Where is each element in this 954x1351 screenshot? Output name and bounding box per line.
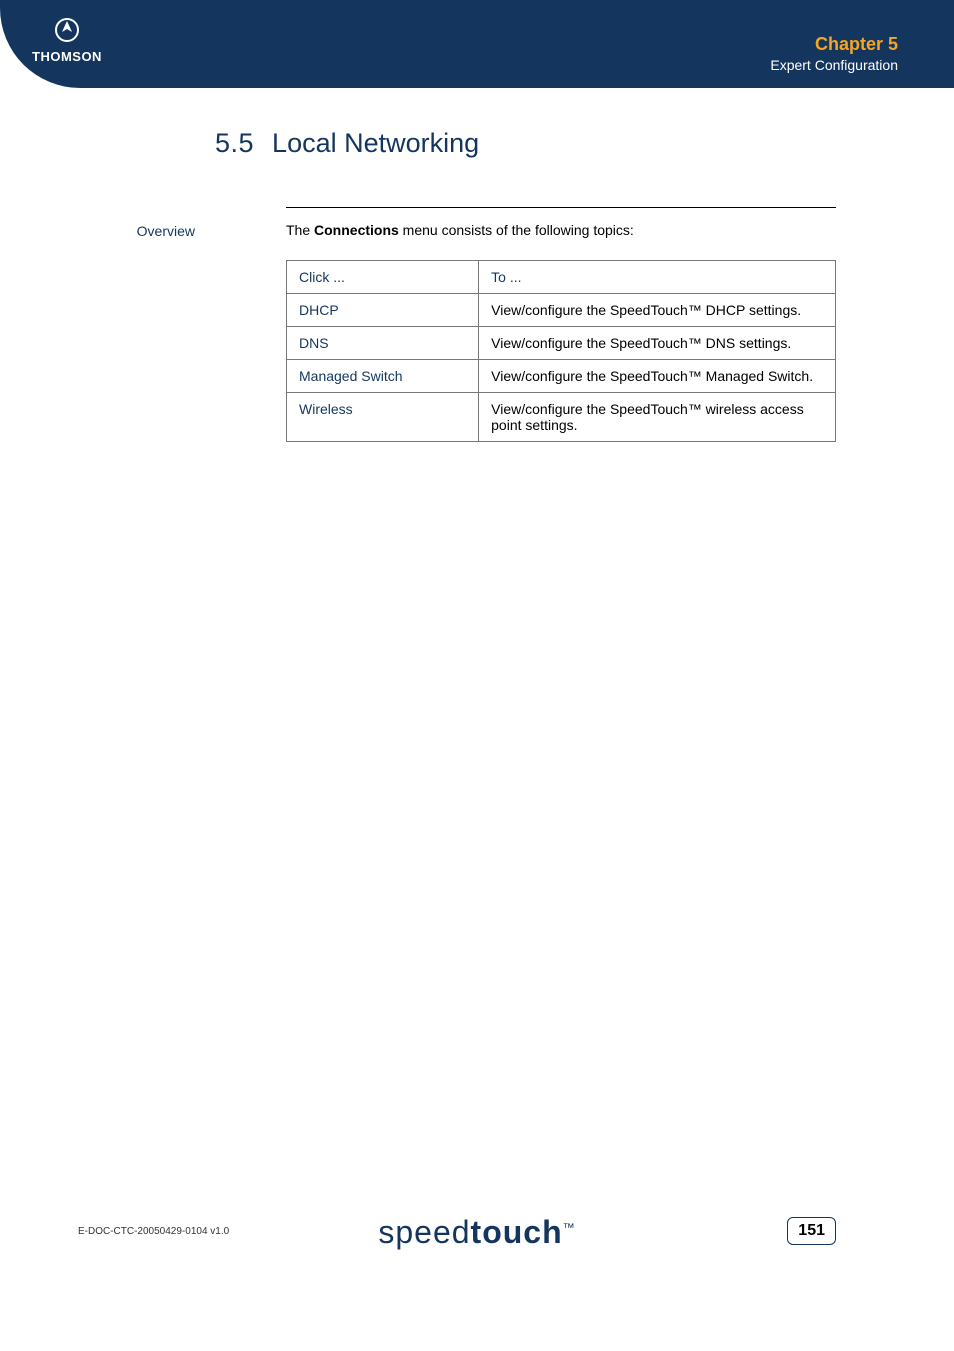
page-content: 5.5Local Networking Overview The Connect… <box>215 128 836 442</box>
topics-table: Click ... To ... DHCP View/configure the… <box>286 260 836 442</box>
brand-light: speed <box>378 1214 470 1250</box>
intro-bold: Connections <box>314 222 399 238</box>
section-heading: 5.5 Local Networking <box>215 128 836 159</box>
intro-suffix: menu consists of the following topics: <box>399 222 634 238</box>
thomson-logo-text: THOMSON <box>32 49 102 64</box>
page-footer: E-DOC-CTC-20050429-0104 v1.0 speedtouch™… <box>0 1193 954 1253</box>
desc-managed-switch: View/configure the SpeedTouch™ Managed S… <box>479 360 836 393</box>
chapter-subtitle: Expert Configuration <box>770 57 898 73</box>
desc-dhcp: View/configure the SpeedTouch™ DHCP sett… <box>479 294 836 327</box>
th-to: To ... <box>479 261 836 294</box>
desc-wireless: View/configure the SpeedTouch™ wireless … <box>479 393 836 442</box>
thomson-logo-icon <box>55 18 79 42</box>
footer-docid: E-DOC-CTC-20050429-0104 v1.0 <box>78 1226 229 1237</box>
link-managed-switch[interactable]: Managed Switch <box>287 360 479 393</box>
intro-text: The Connections menu consists of the fol… <box>286 222 836 238</box>
header-title: Chapter 5 Expert Configuration <box>770 34 898 73</box>
table-row: DNS View/configure the SpeedTouch™ DNS s… <box>287 327 836 360</box>
section-title: Local Networking <box>272 128 479 158</box>
th-click: Click ... <box>287 261 479 294</box>
table-row: DHCP View/configure the SpeedTouch™ DHCP… <box>287 294 836 327</box>
section-number: 5.5 <box>215 128 254 158</box>
brand-tm: ™ <box>563 1220 576 1234</box>
table-row: Managed Switch View/configure the SpeedT… <box>287 360 836 393</box>
chapter-label: Chapter 5 <box>770 34 898 55</box>
footer-brand: speedtouch™ <box>378 1214 575 1251</box>
desc-dns: View/configure the SpeedTouch™ DNS setti… <box>479 327 836 360</box>
thomson-logo: THOMSON <box>26 14 108 70</box>
brand-bold: touch <box>471 1214 563 1250</box>
intro-prefix: The <box>286 222 314 238</box>
link-dhcp[interactable]: DHCP <box>287 294 479 327</box>
link-dns[interactable]: DNS <box>287 327 479 360</box>
page-number: 151 <box>787 1217 836 1245</box>
side-label-overview: Overview <box>125 223 195 239</box>
content-divider <box>286 207 836 208</box>
table-row: Wireless View/configure the SpeedTouch™ … <box>287 393 836 442</box>
link-wireless[interactable]: Wireless <box>287 393 479 442</box>
table-header-row: Click ... To ... <box>287 261 836 294</box>
